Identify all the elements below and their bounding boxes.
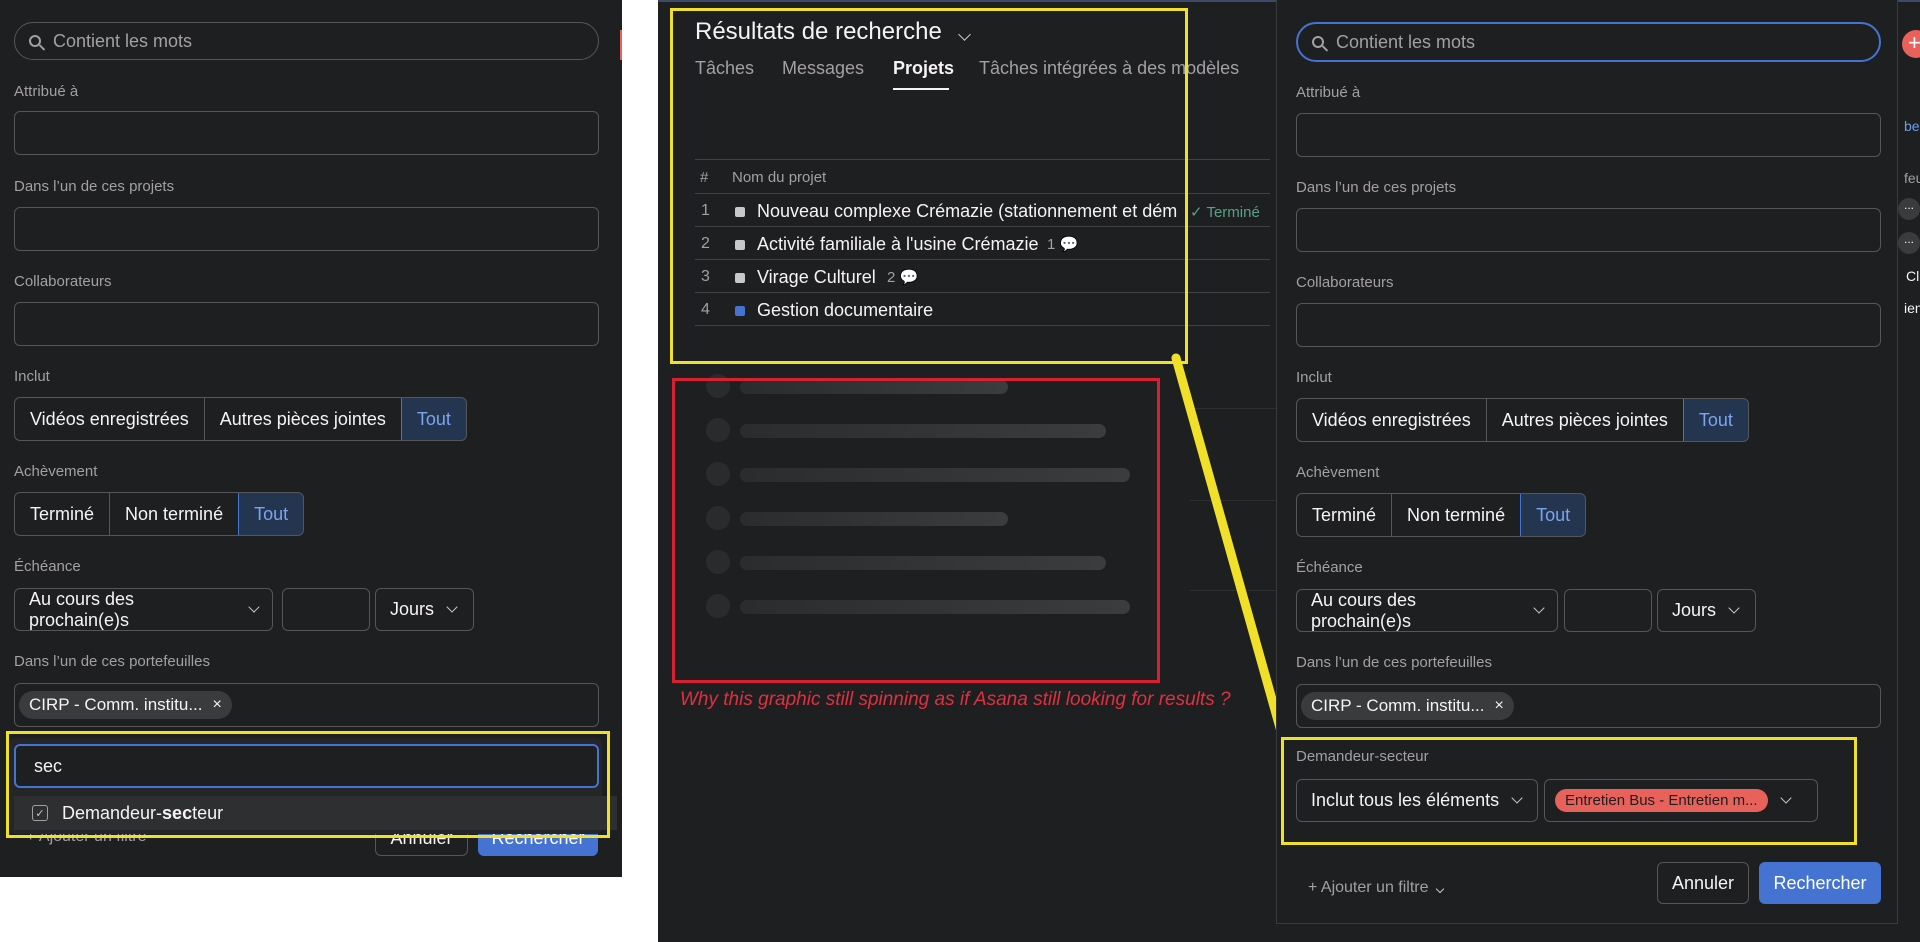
edge-fragment: feu xyxy=(1904,170,1920,186)
includes-option-videos[interactable]: Vidéos enregistrées xyxy=(1297,399,1487,441)
completion-option-done[interactable]: Terminé xyxy=(1297,494,1393,536)
right-add-filter-label: Ajouter un filtre xyxy=(1320,879,1429,896)
edge-chip-fragment: ... xyxy=(1898,232,1920,254)
right-search-button[interactable]: Rechercher xyxy=(1759,862,1881,904)
due-range-value: Au cours des prochain(e)s xyxy=(1311,589,1417,631)
right-search-field[interactable] xyxy=(1296,22,1881,62)
due-unit-dropdown[interactable]: Jours xyxy=(1657,589,1756,632)
projects-label: Dans l’un de ces projets xyxy=(1296,179,1457,196)
assigned-field[interactable] xyxy=(1296,113,1881,157)
chevron-down-icon xyxy=(1533,602,1545,614)
assigned-label: Attribué à xyxy=(1296,84,1361,101)
search-icon xyxy=(1312,36,1324,48)
close-icon[interactable]: × xyxy=(1495,697,1504,715)
right-search-button-label: Rechercher xyxy=(1773,872,1867,893)
edge-chip-fragment: ... xyxy=(1898,198,1920,220)
chevron-down-icon xyxy=(1728,602,1740,614)
due-unit-value: Jours xyxy=(1672,600,1717,620)
due-range-dropdown[interactable]: Au cours des prochain(e)s xyxy=(1296,589,1558,632)
includes-segmented: Vidéos enregistrées Autres pièces jointe… xyxy=(1296,398,1749,442)
completion-label: Achèvement xyxy=(1296,464,1380,481)
right-cancel-label: Annuler xyxy=(1671,872,1735,893)
completion-option-not-done[interactable]: Non terminé xyxy=(1392,494,1522,536)
edge-fragment: ien xyxy=(1904,300,1920,316)
portfolio-label: Dans l’un de ces portefeuilles xyxy=(1296,654,1492,671)
includes-label: Inclut xyxy=(1296,369,1332,386)
collaborators-field[interactable] xyxy=(1296,303,1881,347)
chevron-down-icon xyxy=(1435,884,1444,894)
includes-option-all[interactable]: Tout xyxy=(1682,399,1748,441)
right-cancel-button[interactable]: Annuler xyxy=(1657,862,1749,904)
right-search-input[interactable] xyxy=(1334,30,1858,54)
right-highlight-box xyxy=(1281,737,1857,845)
portfolio-chip[interactable]: CIRP - Comm. institu... × xyxy=(1301,692,1514,720)
completion-segmented: Terminé Non terminé Tout xyxy=(1296,493,1587,537)
due-label: Échéance xyxy=(1296,559,1363,576)
portfolio-field[interactable]: CIRP - Comm. institu... × xyxy=(1296,684,1881,728)
collaborators-label: Collaborateurs xyxy=(1296,274,1394,291)
completion-option-all[interactable]: Tout xyxy=(1520,494,1586,536)
edge-fragment: Cl xyxy=(1906,268,1920,284)
portfolio-chip-label: CIRP - Comm. institu... xyxy=(1311,696,1485,715)
right-add-filter[interactable]: + Ajouter un filtre xyxy=(1308,879,1444,897)
projects-field[interactable] xyxy=(1296,208,1881,252)
includes-option-attachments[interactable]: Autres pièces jointes xyxy=(1487,399,1684,441)
due-number-field[interactable] xyxy=(1564,589,1652,632)
edge-fragment: ber xyxy=(1904,118,1920,134)
